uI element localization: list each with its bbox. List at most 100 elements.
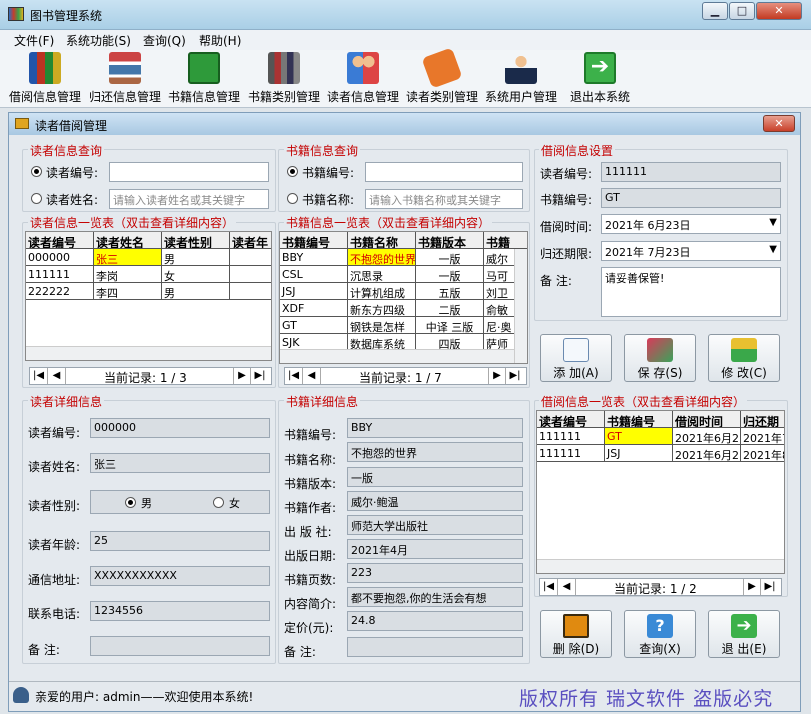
col-book-id[interactable]: 书籍编号 [280,232,348,249]
book-id-input[interactable] [365,162,523,182]
col-reader-age[interactable]: 读者年 [230,232,271,249]
horizontal-scrollbar[interactable] [280,349,514,363]
table-row[interactable]: XDF 新东方四级 二版 俞敏 [280,300,527,317]
first-record-button[interactable]: |◀ [285,368,303,384]
table-row[interactable]: BBY 不抱怨的世界 一版 威尔 [280,249,527,266]
prev-record-button[interactable]: ◀ [558,579,576,595]
borrow-grid[interactable]: 读者编号 书籍编号 借阅时间 归还期 111111 GT 2021年6月2 20… [536,410,785,574]
horizontal-scrollbar[interactable] [537,559,784,573]
exit-button[interactable]: ➔ 退 出(E) [708,610,780,658]
detail-reader-age-field[interactable]: 25 [90,531,270,551]
reader-id-radio[interactable] [31,166,42,177]
cell: 五版 [416,283,484,300]
last-record-button[interactable]: ▶| [506,368,524,384]
sex-male-radio[interactable] [125,497,136,508]
detail-book-note-field[interactable] [347,637,523,657]
first-record-button[interactable]: |◀ [540,579,558,595]
borrow-note-textarea[interactable]: 请妥善保管! [601,267,781,317]
detail-book-intro-field[interactable]: 都不要抱怨,你的生活会有想 [347,587,523,607]
book-name-radio[interactable] [287,193,298,204]
next-record-button[interactable]: ▶ [233,368,251,384]
detail-book-author-field[interactable]: 威尔·鲍温 [347,491,523,511]
minimize-button[interactable]: ▁ [702,2,728,20]
add-button[interactable]: 添 加(A) [540,334,612,382]
menu-file[interactable]: 文件(F) [14,32,54,49]
borrow-time-picker[interactable]: 2021年 6月23日 ▼ [601,214,781,234]
toolbar-exit[interactable]: ➔ 退出本系统 [561,52,639,105]
detail-reader-note-field[interactable] [90,636,270,656]
borrow-book-id-field[interactable]: GT [601,188,781,208]
toolbar-borrow-management[interactable]: 借阅信息管理 [6,52,84,105]
col-borrow-reader-id[interactable]: 读者编号 [537,411,605,428]
last-record-button[interactable]: ▶| [761,579,779,595]
col-book-name[interactable]: 书籍名称 [348,232,416,249]
col-borrow-time[interactable]: 借阅时间 [673,411,741,428]
toolbar-return-management[interactable]: 归还信息管理 [86,52,164,105]
detail-book-date-field[interactable]: 2021年4月 [347,539,523,559]
menu-help[interactable]: 帮助(H) [199,32,241,49]
last-record-button[interactable]: ▶| [251,368,269,384]
chevron-down-icon[interactable]: ▼ [769,244,777,255]
detail-book-pub-field[interactable]: 师范大学出版社 [347,515,523,535]
toolbar-book-management[interactable]: 书籍信息管理 [165,52,243,105]
col-return-time[interactable]: 归还期 [741,411,784,428]
first-record-button[interactable]: |◀ [30,368,48,384]
table-row[interactable]: JSJ 计算机组成 五版 刘卫 [280,283,527,300]
detail-reader-id-field[interactable]: 000000 [90,418,270,438]
menu-query[interactable]: 查询(Q) [143,32,186,49]
reader-name-radio[interactable] [31,193,42,204]
col-reader-name[interactable]: 读者姓名 [94,232,162,249]
table-row[interactable]: CSL 沉思录 一版 马可 [280,266,527,283]
prev-record-button[interactable]: ◀ [303,368,321,384]
chevron-down-icon[interactable]: ▼ [769,217,777,228]
col-reader-sex[interactable]: 读者性别 [162,232,230,249]
save-button[interactable]: 保 存(S) [624,334,696,382]
toolbar-category-management[interactable]: 书籍类别管理 [245,52,323,105]
table-row[interactable]: 111111 GT 2021年6月2 2021年7 [537,428,784,445]
detail-book-name-field[interactable]: 不抱怨的世界 [347,442,523,462]
return-time-picker[interactable]: 2021年 7月23日 ▼ [601,241,781,261]
table-row[interactable]: 111111 李岗 女 [26,266,271,283]
reader-navigator: |◀ ◀ 当前记录: 1 / 3 ▶ ▶| [29,367,272,385]
reader-grid[interactable]: 读者编号 读者姓名 读者性别 读者年 000000 张三 男 111111 李岗… [25,231,272,361]
col-book-author[interactable]: 书籍 [484,232,527,249]
book-id-radio[interactable] [287,166,298,177]
detail-reader-addr-field[interactable]: XXXXXXXXXXX [90,566,270,586]
col-reader-id[interactable]: 读者编号 [26,232,94,249]
col-borrow-book-id[interactable]: 书籍编号 [605,411,673,428]
close-button[interactable]: ✕ [756,2,802,20]
borrow-reader-id-field[interactable]: 111111 [601,162,781,182]
reader-name-input[interactable]: 请输入读者姓名或其关键字 [109,189,269,209]
table-row[interactable]: 000000 张三 男 [26,249,271,266]
detail-reader-name-field[interactable]: 张三 [90,453,270,473]
next-record-button[interactable]: ▶ [743,579,761,595]
horizontal-scrollbar[interactable] [26,346,271,360]
menu-system[interactable]: 系统功能(S) [66,32,131,49]
borrow-window-close-button[interactable]: ✕ [763,115,795,132]
table-row[interactable]: GT 钢铁是怎样 中译 三版 尼·奥 [280,317,527,334]
book-grid[interactable]: 书籍编号 书籍名称 书籍版本 书籍 BBY 不抱怨的世界 一版 威尔 CSL 沉… [279,231,528,364]
toolbar-reader-management[interactable]: 读者信息管理 [324,52,402,105]
detail-book-id-field[interactable]: BBY [347,418,523,438]
toolbar-user-management[interactable]: 系统用户管理 [482,52,560,105]
table-row[interactable]: 222222 李四 男 [26,283,271,300]
query-button[interactable]: ? 查询(X) [624,610,696,658]
copyright-text: 版权所有 瑞文软件 盗版必究 [519,688,774,710]
reader-id-input[interactable] [109,162,269,182]
vertical-scrollbar[interactable] [514,249,527,363]
toolbar-reader-category[interactable]: 读者类别管理 [403,47,481,105]
prev-record-button[interactable]: ◀ [48,368,66,384]
detail-reader-phone-field[interactable]: 1234556 [90,601,270,621]
table-row[interactable]: 111111 JSJ 2021年6月2 2021年8 [537,445,784,462]
detail-book-price-field[interactable]: 24.8 [347,611,523,631]
sex-female-radio[interactable] [213,497,224,508]
delete-button[interactable]: 删 除(D) [540,610,612,658]
next-record-button[interactable]: ▶ [488,368,506,384]
col-book-version[interactable]: 书籍版本 [416,232,484,249]
edit-button[interactable]: 修 改(C) [708,334,780,382]
book-name-input[interactable]: 请输入书籍名称或其关键字 [365,189,523,209]
detail-book-pages-field[interactable]: 223 [347,563,523,583]
cell: 2021年7 [741,428,784,445]
detail-book-ver-field[interactable]: 一版 [347,467,523,487]
maximize-button[interactable]: □ [729,2,755,20]
